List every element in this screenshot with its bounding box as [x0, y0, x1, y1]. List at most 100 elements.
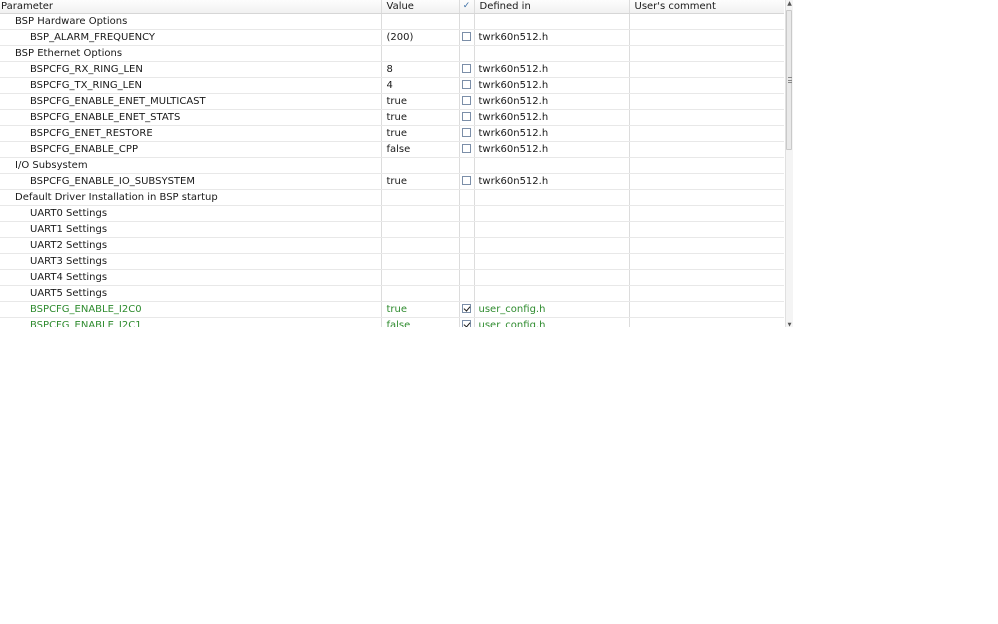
value-cell[interactable]: true [381, 93, 460, 110]
column-header-comment[interactable]: User's comment [629, 0, 784, 14]
value-cell[interactable] [381, 157, 460, 174]
value-cell[interactable] [381, 189, 460, 206]
comment-cell[interactable] [629, 237, 784, 254]
comment-cell[interactable] [629, 317, 784, 327]
parameter-name: Default Driver Installation in BSP start… [15, 192, 218, 203]
parameter-name: BSPCFG_RX_RING_LEN [30, 64, 143, 75]
comment-cell[interactable] [629, 301, 784, 318]
value-cell[interactable]: 8 [381, 61, 460, 78]
comment-cell[interactable] [629, 285, 784, 302]
table-row[interactable]: UART0 Settings [0, 205, 784, 222]
table-row[interactable]: BSPCFG_ENET_RESTORE true twrk60n512.h [0, 125, 784, 142]
parameter-cell: BSPCFG_ENET_RESTORE [0, 125, 382, 142]
defined-in-cell: twrk60n512.h [474, 109, 630, 126]
group-row[interactable]: I/O Subsystem [0, 157, 784, 174]
checkbox-unchecked[interactable] [462, 63, 471, 73]
parameter-name: UART4 Settings [30, 272, 108, 283]
parameter-name: UART2 Settings [30, 240, 108, 251]
checkbox-unchecked[interactable] [462, 175, 471, 185]
check-cell [459, 141, 475, 158]
value-cell[interactable] [381, 285, 460, 302]
checkbox-unchecked[interactable] [462, 95, 471, 105]
defined-in-cell: twrk60n512.h [474, 93, 630, 110]
table-row[interactable]: UART3 Settings [0, 253, 784, 270]
defined-in-cell: twrk60n512.h [474, 173, 630, 190]
value-cell[interactable] [381, 205, 460, 222]
value-cell[interactable] [381, 45, 460, 62]
comment-cell[interactable] [629, 173, 784, 190]
checkbox-checked[interactable] [462, 303, 471, 313]
comment-cell[interactable] [629, 269, 784, 286]
comment-cell[interactable] [629, 253, 784, 270]
defined-in-cell [474, 253, 630, 270]
table-row[interactable]: BSPCFG_ENABLE_ENET_MULTICAST true twrk60n5… [0, 93, 784, 110]
parameter-cell: BSPCFG_ENABLE_ENET_MULTICAST [0, 93, 382, 110]
table-row[interactable]: BSPCFG_ENABLE_CPP false twrk60n512.h [0, 141, 784, 158]
column-header-check-icon[interactable]: ✓ [459, 0, 475, 14]
comment-cell[interactable] [629, 29, 784, 46]
parameter-cell: BSPCFG_ENABLE_IO_SUBSYSTEM [0, 173, 382, 190]
value-cell[interactable]: true [381, 301, 460, 318]
check-cell [459, 285, 475, 302]
comment-cell[interactable] [629, 221, 784, 238]
comment-cell[interactable] [629, 189, 784, 206]
table-row[interactable]: BSPCFG_RX_RING_LEN 8 twrk60n512.h [0, 61, 784, 78]
group-row[interactable]: BSP Hardware Options [0, 13, 784, 30]
value-cell[interactable] [381, 221, 460, 238]
table-row[interactable]: BSP_ALARM_FREQUENCY (200) twrk60n512.h [0, 29, 784, 46]
parameter-name: BSPCFG_ENABLE_ENET_MULTICAST [30, 96, 206, 107]
checkbox-checked[interactable] [462, 319, 471, 327]
checkbox-unchecked[interactable] [462, 31, 471, 41]
parameter-name: BSPCFG_ENABLE_CPP [30, 144, 138, 155]
comment-cell[interactable] [629, 141, 784, 158]
table-row[interactable]: BSPCFG_ENABLE_I2C0 true user_config.h [0, 301, 784, 318]
parameter-name: UART1 Settings [30, 224, 108, 235]
scroll-down-icon[interactable]: ▼ [786, 323, 793, 328]
value-cell[interactable]: 4 [381, 77, 460, 94]
comment-cell[interactable] [629, 13, 784, 30]
comment-cell[interactable] [629, 125, 784, 142]
table-row[interactable]: UART4 Settings [0, 269, 784, 286]
defined-in-cell [474, 189, 630, 206]
table-row[interactable]: BSPCFG_TX_RING_LEN 4 twrk60n512.h [0, 77, 784, 94]
column-header-defined-in[interactable]: Defined in [474, 0, 630, 14]
comment-cell[interactable] [629, 157, 784, 174]
parameter-cell: BSPCFG_RX_RING_LEN [0, 61, 382, 78]
comment-cell[interactable] [629, 93, 784, 110]
value-cell[interactable] [381, 13, 460, 30]
table-row[interactable]: UART2 Settings [0, 237, 784, 254]
checkbox-unchecked[interactable] [462, 127, 471, 137]
value-cell[interactable]: false [381, 141, 460, 158]
column-header-value[interactable]: Value [381, 0, 460, 14]
comment-cell[interactable] [629, 109, 784, 126]
vertical-scrollbar[interactable]: ▲ ▼ [785, 0, 793, 328]
value-cell[interactable]: (200) [381, 29, 460, 46]
comment-cell[interactable] [629, 45, 784, 62]
column-header-parameter[interactable]: Parameter [0, 0, 382, 14]
table-row[interactable]: BSPCFG_ENABLE_IO_SUBSYSTEM true twrk60n512… [0, 173, 784, 190]
group-row[interactable]: BSP Ethernet Options [0, 45, 784, 62]
value-cell[interactable]: true [381, 109, 460, 126]
comment-cell[interactable] [629, 77, 784, 94]
checkbox-unchecked[interactable] [462, 79, 471, 89]
comment-cell[interactable] [629, 61, 784, 78]
parameter-cell: UART1 Settings [0, 221, 382, 238]
value-cell[interactable] [381, 269, 460, 286]
checkbox-unchecked[interactable] [462, 143, 471, 153]
table-row[interactable]: UART1 Settings [0, 221, 784, 238]
table-row[interactable]: BSPCFG_ENABLE_I2C1 false user_config.h [0, 317, 784, 327]
table-row[interactable]: BSPCFG_ENABLE_ENET_STATS true twrk60n512.h [0, 109, 784, 126]
comment-cell[interactable] [629, 205, 784, 222]
group-row[interactable]: Default Driver Installation in BSP start… [0, 189, 784, 206]
value-cell[interactable] [381, 237, 460, 254]
value-cell[interactable] [381, 253, 460, 270]
defined-in-cell [474, 285, 630, 302]
checkbox-unchecked[interactable] [462, 111, 471, 121]
value-cell[interactable]: true [381, 125, 460, 142]
scroll-up-icon[interactable]: ▲ [786, 0, 793, 8]
value-cell[interactable]: true [381, 173, 460, 190]
parameter-cell: BSP Ethernet Options [0, 45, 382, 62]
scrollbar-thumb[interactable] [786, 10, 792, 150]
table-row[interactable]: UART5 Settings [0, 285, 784, 302]
value-cell[interactable]: false [381, 317, 460, 327]
